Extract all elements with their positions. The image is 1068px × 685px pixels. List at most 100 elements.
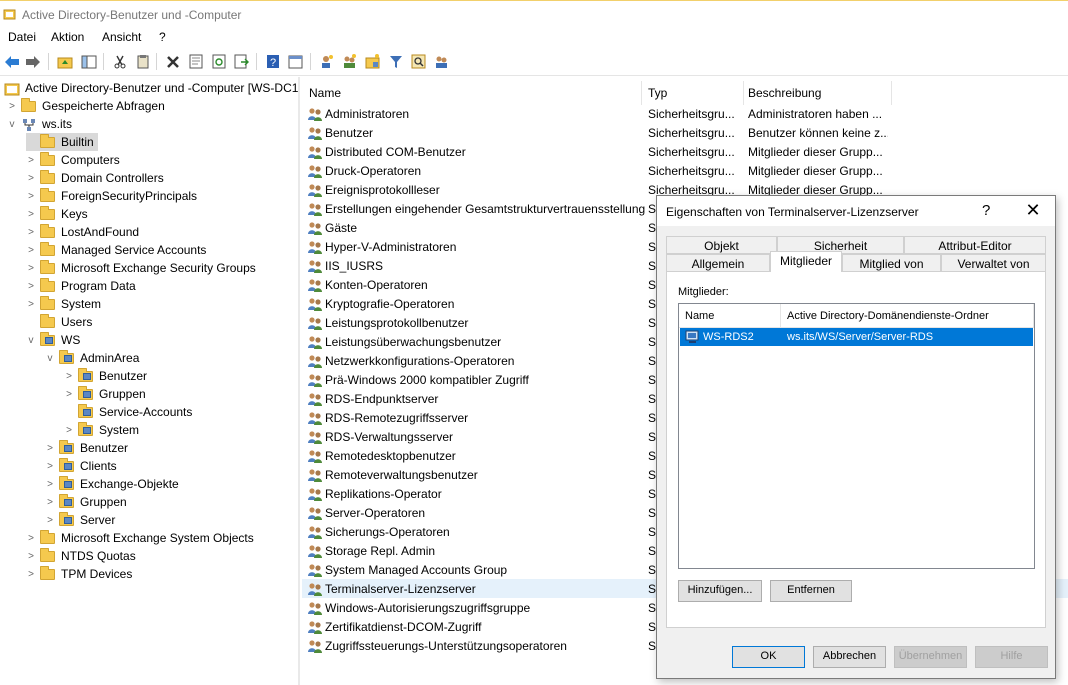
- member-row[interactable]: WS-RDS2 ws.its/WS/Server/Server-RDS: [680, 328, 1033, 346]
- chevron-right-icon[interactable]: >: [45, 439, 55, 457]
- tree-item[interactable]: Service-Accounts: [64, 403, 192, 421]
- chevron-right-icon[interactable]: >: [26, 241, 36, 259]
- tab-attribut-editor[interactable]: Attribut-Editor: [904, 236, 1046, 254]
- chevron-right-icon[interactable]: >: [26, 259, 36, 277]
- folder-up-icon[interactable]: [56, 53, 73, 70]
- chevron-right-icon[interactable]: >: [64, 367, 74, 385]
- tree-item-saved-queries[interactable]: > Gespeicherte Abfragen: [7, 97, 165, 115]
- column-header-name[interactable]: Name: [309, 81, 642, 105]
- chevron-right-icon[interactable]: >: [26, 187, 36, 205]
- tree-item[interactable]: > Gruppen: [64, 385, 146, 403]
- dialog-help-button[interactable]: ?: [982, 202, 990, 219]
- tree-root[interactable]: Active Directory-Benutzer und -Computer …: [4, 79, 298, 97]
- remove-button[interactable]: Entfernen: [770, 580, 852, 602]
- chevron-down-icon[interactable]: v: [26, 331, 36, 349]
- chevron-right-icon[interactable]: >: [26, 277, 36, 295]
- tree-item[interactable]: > LostAndFound: [26, 223, 139, 241]
- help-icon[interactable]: ?: [264, 53, 281, 70]
- tree-item[interactable]: > Benutzer: [45, 439, 128, 457]
- ou-icon[interactable]: [364, 53, 381, 70]
- chevron-right-icon[interactable]: >: [26, 529, 36, 547]
- tree-item[interactable]: Users: [26, 313, 92, 331]
- members-column-name[interactable]: Name: [679, 304, 781, 328]
- tree-item[interactable]: > Domain Controllers: [26, 169, 164, 187]
- tree-item[interactable]: v AdminArea: [45, 349, 139, 367]
- apply-button[interactable]: Übernehmen: [894, 646, 967, 668]
- tab-objekt[interactable]: Objekt: [666, 236, 777, 254]
- chevron-right-icon[interactable]: >: [7, 97, 17, 115]
- list-row[interactable]: Benutzer Sicherheitsgru... Benutzer können…: [302, 123, 1068, 142]
- list-row[interactable]: Administratoren Sicherheitsgru... Administ…: [302, 104, 1068, 123]
- tree-item[interactable]: > Managed Service Accounts: [26, 241, 206, 259]
- list-row[interactable]: Druck-Operatoren Sicherheitsgru... Mitglie…: [302, 161, 1068, 180]
- cut-icon[interactable]: [111, 53, 128, 70]
- back-arrow-icon[interactable]: [3, 53, 20, 70]
- members-column-folder[interactable]: Active Directory-Domänendienste-Ordner: [781, 304, 1034, 328]
- tree-item[interactable]: > Microsoft Exchange System Objects: [26, 529, 254, 547]
- tab-mitglieder[interactable]: Mitglieder: [770, 251, 842, 272]
- show-tree-icon[interactable]: [80, 53, 97, 70]
- members-list[interactable]: Name Active Directory-Domänendienste-Ord…: [678, 303, 1035, 569]
- chevron-right-icon[interactable]: >: [26, 565, 36, 583]
- chevron-right-icon[interactable]: >: [45, 457, 55, 475]
- tree-item[interactable]: > Clients: [45, 457, 117, 475]
- ok-button[interactable]: OK: [732, 646, 805, 668]
- tree-item[interactable]: > Computers: [26, 151, 120, 169]
- tab-verwaltet-von[interactable]: Verwaltet von: [941, 254, 1046, 272]
- tree-item[interactable]: > Program Data: [26, 277, 136, 295]
- tree-item[interactable]: > Benutzer: [64, 367, 147, 385]
- add-button[interactable]: Hinzufügen...: [678, 580, 762, 602]
- chevron-right-icon[interactable]: >: [26, 151, 36, 169]
- tree-item[interactable]: > Microsoft Exchange Security Groups: [26, 259, 256, 277]
- tree-item[interactable]: > Keys: [26, 205, 88, 223]
- chevron-right-icon[interactable]: >: [45, 493, 55, 511]
- chevron-right-icon[interactable]: >: [26, 169, 36, 187]
- chevron-right-icon[interactable]: >: [26, 223, 36, 241]
- tab-mitglied-von[interactable]: Mitglied von: [842, 254, 941, 272]
- chevron-down-icon[interactable]: v: [7, 115, 17, 133]
- export-icon[interactable]: [233, 53, 250, 70]
- tree-item-domain[interactable]: v ws.its: [7, 115, 73, 133]
- column-header-typ[interactable]: Typ: [648, 81, 744, 105]
- tree-item[interactable]: > ForeignSecurityPrincipals: [26, 187, 197, 205]
- tree-item[interactable]: Builtin: [26, 133, 98, 151]
- tree-item[interactable]: > NTDS Quotas: [26, 547, 136, 565]
- chevron-right-icon[interactable]: >: [26, 205, 36, 223]
- clipboard-icon[interactable]: [134, 53, 151, 70]
- find-icon[interactable]: [410, 53, 427, 70]
- tree-item[interactable]: v WS: [26, 331, 80, 349]
- add-to-group-icon[interactable]: [433, 53, 450, 70]
- tree-item[interactable]: > Gruppen: [45, 493, 127, 511]
- properties-icon[interactable]: [187, 53, 204, 70]
- menu-help[interactable]: ?: [159, 30, 166, 44]
- user-icon[interactable]: [318, 53, 335, 70]
- chevron-right-icon[interactable]: >: [45, 475, 55, 493]
- console-icon[interactable]: [287, 53, 304, 70]
- chevron-right-icon[interactable]: >: [45, 511, 55, 529]
- close-icon[interactable]: ✕: [1023, 200, 1043, 221]
- column-header-beschreibung[interactable]: Beschreibung: [748, 81, 892, 105]
- cancel-button[interactable]: Abbrechen: [813, 646, 886, 668]
- tree-item[interactable]: > TPM Devices: [26, 565, 132, 583]
- pane-splitter[interactable]: [298, 77, 300, 685]
- list-row[interactable]: Distributed COM-Benutzer Sicherheitsgru..…: [302, 142, 1068, 161]
- group-icon[interactable]: [341, 53, 358, 70]
- chevron-right-icon[interactable]: >: [26, 295, 36, 313]
- menu-aktion[interactable]: Aktion: [51, 30, 84, 44]
- tree-item[interactable]: > Exchange-Objekte: [45, 475, 179, 493]
- menu-datei[interactable]: Datei: [8, 30, 36, 44]
- tab-allgemein[interactable]: Allgemein: [666, 254, 770, 272]
- forward-arrow-icon[interactable]: [24, 53, 41, 70]
- filter-icon[interactable]: [387, 53, 404, 70]
- tree-item[interactable]: > System: [64, 421, 139, 439]
- delete-icon[interactable]: [164, 53, 181, 70]
- menu-ansicht[interactable]: Ansicht: [102, 30, 141, 44]
- tree-item[interactable]: > Server: [45, 511, 115, 529]
- tree-item[interactable]: > System: [26, 295, 101, 313]
- refresh-icon[interactable]: [210, 53, 227, 70]
- chevron-down-icon[interactable]: v: [45, 349, 55, 367]
- chevron-right-icon[interactable]: >: [64, 385, 74, 403]
- chevron-right-icon[interactable]: >: [64, 421, 74, 439]
- chevron-right-icon[interactable]: >: [26, 547, 36, 565]
- help-button[interactable]: Hilfe: [975, 646, 1048, 668]
